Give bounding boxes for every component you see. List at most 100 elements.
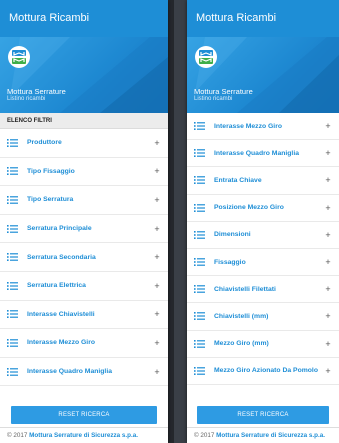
expand-plus-icon[interactable]: + xyxy=(321,230,335,240)
filter-item[interactable]: Tipo Fissaggio + xyxy=(0,158,168,187)
drawer-header: Mottura Serrature Listino ricambi xyxy=(187,37,339,113)
expand-plus-icon[interactable]: + xyxy=(150,281,164,291)
list-icon xyxy=(194,230,208,239)
filter-item-label: Tipo Serratura xyxy=(27,196,74,204)
filter-item[interactable]: Interasse Mezzo Giro + xyxy=(0,329,168,358)
list-icon xyxy=(194,149,208,158)
expand-plus-icon[interactable]: + xyxy=(321,175,335,185)
filter-item-label: Serratura Principale xyxy=(27,225,92,233)
list-icon xyxy=(7,167,21,176)
drawer-title: Mottura Serrature xyxy=(7,87,66,96)
expand-plus-icon[interactable]: + xyxy=(321,148,335,158)
list-icon xyxy=(7,253,21,262)
expand-plus-icon[interactable]: + xyxy=(321,203,335,213)
filter-item-label: Tipo Fissaggio xyxy=(27,167,75,175)
filter-item-label: Mezzo Giro Azionato Da Pomolo xyxy=(214,367,318,375)
company-logo xyxy=(8,46,30,68)
filter-item-label: Interasse Quadro Maniglia xyxy=(27,368,112,376)
filter-item[interactable]: Serratura Principale + xyxy=(0,215,168,244)
footer-company-link[interactable]: Mottura Serrature di Sicurezza s.p.a. xyxy=(29,432,138,439)
filter-item[interactable]: Interasse Quadro Maniglia + xyxy=(187,140,339,168)
expand-plus-icon[interactable]: + xyxy=(321,121,335,131)
drawer-subtitle: Listino ricambi xyxy=(194,96,233,102)
expand-plus-icon[interactable]: + xyxy=(150,309,164,319)
expand-plus-icon[interactable]: + xyxy=(150,166,164,176)
background-gap xyxy=(168,0,174,443)
filter-item[interactable]: Dimensioni + xyxy=(187,222,339,249)
footer: © 2017 Mottura Serrature di Sicurezza s.… xyxy=(187,427,339,443)
list-icon xyxy=(7,195,21,204)
app-title: Mottura Ricambi xyxy=(9,12,90,24)
drawer-subtitle: Listino ricambi xyxy=(7,96,46,102)
expand-plus-icon[interactable]: + xyxy=(150,224,164,234)
app-bar: Mottura Ricambi xyxy=(187,0,339,37)
filter-item[interactable]: Chiavistelli Filettati + xyxy=(187,276,339,304)
filter-item[interactable]: Serratura Elettrica + xyxy=(0,272,168,301)
footer-copyright: © 2017 xyxy=(194,432,215,439)
footer-company-link[interactable]: Mottura Serrature di Sicurezza s.p.a. xyxy=(216,432,325,439)
expand-plus-icon[interactable]: + xyxy=(321,339,335,349)
filter-item-label: Fissaggio xyxy=(214,258,246,266)
filter-item-label: Interasse Mezzo Giro xyxy=(214,122,282,130)
expand-plus-icon[interactable]: + xyxy=(321,257,335,267)
company-logo xyxy=(195,46,217,68)
logo-mark-icon xyxy=(12,50,26,64)
expand-plus-icon[interactable]: + xyxy=(150,195,164,205)
list-icon xyxy=(194,176,208,185)
filter-item-label: Dimensioni xyxy=(214,231,251,239)
filter-item-label: Chiavistelli Filettati xyxy=(214,285,276,293)
footer-copyright: © 2017 xyxy=(7,432,28,439)
logo-mark-icon xyxy=(199,50,213,64)
filter-item[interactable]: Tipo Serratura + xyxy=(0,186,168,215)
footer: © 2017 Mottura Serrature di Sicurezza s.… xyxy=(0,427,168,443)
filter-item-label: Chiavistelli (mm) xyxy=(214,312,269,320)
expand-plus-icon[interactable]: + xyxy=(321,284,335,294)
filter-list-right: Interasse Mezzo Giro + Interasse Quadro Ma… xyxy=(187,113,339,385)
filter-item[interactable]: Serratura Secondaria + xyxy=(0,243,168,272)
expand-plus-icon[interactable]: + xyxy=(321,366,335,376)
app-title: Mottura Ricambi xyxy=(196,12,277,24)
list-icon xyxy=(7,338,21,347)
expand-plus-icon[interactable]: + xyxy=(150,252,164,262)
filter-item-label: Produttore xyxy=(27,139,62,147)
filter-list-left: Produttore + Tipo Fissaggio + Tipo Serratura… xyxy=(0,129,168,387)
drawer-panel-right: Mottura Ricambi Mottura Serrature Listin… xyxy=(187,0,339,443)
list-icon xyxy=(194,366,208,375)
filter-item[interactable]: Interasse Mezzo Giro + xyxy=(187,113,339,141)
list-icon xyxy=(194,122,208,131)
drawer-title: Mottura Serrature xyxy=(194,87,253,96)
list-icon xyxy=(7,367,21,376)
list-icon xyxy=(7,224,21,233)
reset-search-button[interactable]: RESET RICERCA xyxy=(11,406,157,424)
reset-area: RESET RICERCA xyxy=(0,406,168,424)
filter-item-label: Mezzo Giro (mm) xyxy=(214,340,269,348)
filter-item-label: Posizione Mezzo Giro xyxy=(214,204,284,212)
expand-plus-icon[interactable]: + xyxy=(150,338,164,348)
filter-item[interactable]: Chiavistelli (mm) + xyxy=(187,303,339,331)
filter-item[interactable]: Entrata Chiave + xyxy=(187,167,339,195)
expand-plus-icon[interactable]: + xyxy=(321,311,335,321)
expand-plus-icon[interactable]: + xyxy=(150,367,164,377)
reset-search-button[interactable]: RESET RICERCA xyxy=(197,406,329,424)
filter-item[interactable]: Fissaggio + xyxy=(187,249,339,277)
list-icon xyxy=(194,285,208,294)
list-icon xyxy=(194,258,208,267)
filter-item[interactable]: Posizione Mezzo Giro + xyxy=(187,195,339,222)
filter-item-label: Interasse Quadro Maniglia xyxy=(214,149,299,157)
filter-item[interactable]: Produttore + xyxy=(0,129,168,158)
list-icon xyxy=(194,312,208,321)
filter-item[interactable]: Mezzo Giro Azionato Da Pomolo + xyxy=(187,358,339,385)
list-icon xyxy=(7,281,21,290)
filter-item-label: Entrata Chiave xyxy=(214,176,262,184)
list-icon xyxy=(194,203,208,212)
filter-item-label: Serratura Elettrica xyxy=(27,282,86,290)
filter-item-label: Serratura Secondaria xyxy=(27,253,96,261)
list-icon xyxy=(7,138,21,147)
app-bar: Mottura Ricambi xyxy=(0,0,168,37)
filter-item[interactable]: Interasse Chiavistelli + xyxy=(0,301,168,330)
filter-item-label: Interasse Chiavistelli xyxy=(27,310,95,318)
expand-plus-icon[interactable]: + xyxy=(150,138,164,148)
filters-section-title: ELENCO FILTRI xyxy=(0,113,168,129)
filter-item[interactable]: Interasse Quadro Maniglia + xyxy=(0,358,168,387)
filter-item[interactable]: Mezzo Giro (mm) + xyxy=(187,331,339,358)
